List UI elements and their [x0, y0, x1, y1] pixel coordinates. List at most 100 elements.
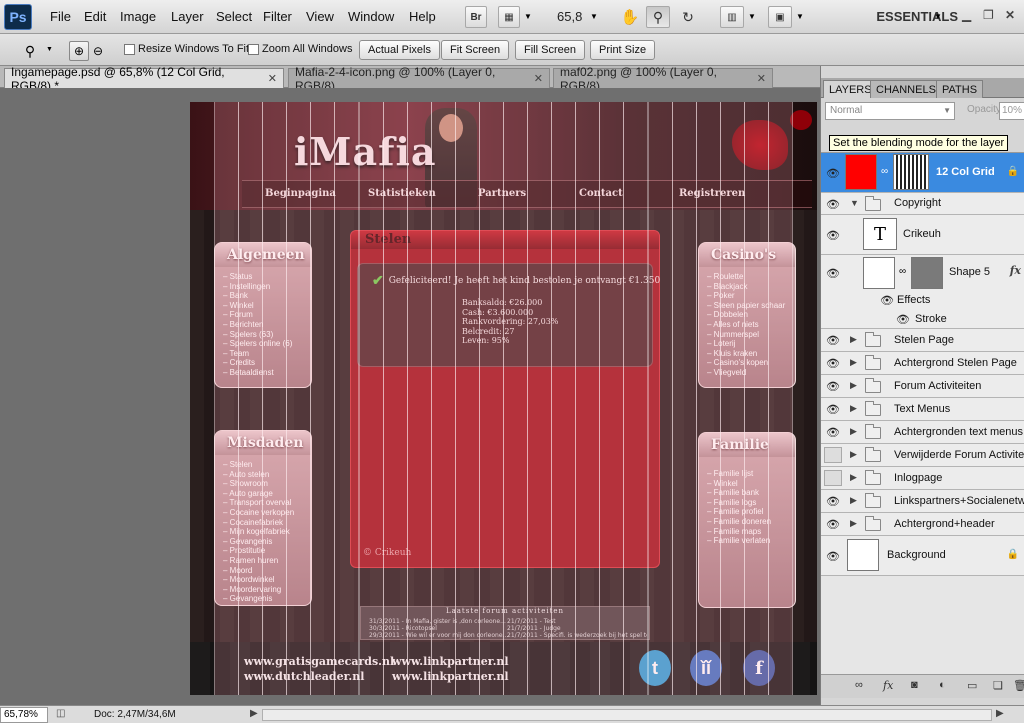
eye-icon[interactable]: 👁	[825, 425, 841, 439]
eye-icon[interactable]: 👁	[825, 228, 841, 242]
document-info-icon[interactable]: ◫	[56, 708, 65, 719]
expand-icon[interactable]: ▶	[850, 380, 857, 391]
expand-icon[interactable]: ▶	[850, 495, 857, 506]
canvas-area[interactable]: iMafia Beginpagina Statistieken Partners…	[0, 88, 820, 705]
eye-icon[interactable]: 👁	[825, 379, 841, 393]
layer-achtergronden-text-menus[interactable]: 👁 ▶ Achtergronden text menus	[821, 421, 1024, 444]
minimize-icon[interactable]: ▁	[962, 8, 971, 22]
preset-dropdown-icon[interactable]: ▼	[46, 46, 53, 53]
arrange-dropdown-icon[interactable]: ▼	[748, 12, 756, 21]
link-layers-icon[interactable]: ∞	[855, 679, 863, 691]
photoshop-logo[interactable]: Ps	[4, 4, 32, 30]
blend-mode-select[interactable]: Normal ▼	[825, 102, 955, 120]
layer-stelen-page[interactable]: 👁 ▶ Stelen Page	[821, 329, 1024, 352]
restore-icon[interactable]: ❐	[983, 8, 994, 22]
tab-mafia-icon[interactable]: Mafia-2-4-icon.png @ 100% (Layer 0, RGB/…	[288, 65, 550, 93]
eye-icon[interactable]: 👁	[825, 517, 841, 531]
tab-maf02[interactable]: maf02.png @ 100% (Layer 0, RGB/8) ✕	[553, 65, 773, 93]
fill-screen-button[interactable]: Fill Screen	[515, 40, 585, 60]
expand-icon[interactable]: ▶	[850, 449, 857, 460]
layer-forum-activiteiten[interactable]: 👁 ▶ Forum Activiteiten	[821, 375, 1024, 398]
close-tab-icon[interactable]: ✕	[757, 72, 766, 85]
zoom-dropdown-icon[interactable]: ▼	[590, 12, 598, 21]
tab-paths[interactable]: PATHS	[936, 80, 984, 98]
layer-12-col-grid[interactable]: 👁 ∞ 12 Col Grid 🔒	[821, 153, 1024, 193]
rotate-view-button[interactable]: ↻	[676, 6, 700, 28]
menu-layer[interactable]: Layer	[171, 9, 204, 24]
zoom-field[interactable]: 65,78%	[0, 707, 48, 723]
expand-icon[interactable]: ▶	[850, 472, 857, 483]
workspace-switcher[interactable]: ESSENTIALS	[876, 9, 958, 24]
menu-window[interactable]: Window	[348, 9, 394, 24]
arrange-documents-button[interactable]: ▥	[720, 6, 744, 28]
horizontal-scrollbar[interactable]	[262, 709, 992, 721]
visibility-toggle-off[interactable]	[824, 447, 842, 463]
eye-icon[interactable]: 👁	[825, 356, 841, 370]
zoom-tool-preset[interactable]: ⚲	[20, 41, 40, 61]
eye-icon[interactable]: 👁	[825, 494, 841, 508]
layer-inlogpage[interactable]: ▶ Inlogpage	[821, 467, 1024, 490]
expand-icon[interactable]: ▶	[850, 334, 857, 345]
menu-file[interactable]: File	[50, 9, 71, 24]
layer-copyright[interactable]: 👁 ▼ Copyright	[821, 193, 1024, 215]
expand-icon[interactable]: ▶	[850, 518, 857, 529]
menu-edit[interactable]: Edit	[84, 9, 106, 24]
arrow-right-icon[interactable]: ▶	[250, 708, 258, 719]
add-mask-icon[interactable]: ◙	[911, 679, 918, 691]
layer-crikeuh[interactable]: 👁 T Crikeuh	[821, 215, 1024, 255]
fit-screen-button[interactable]: Fit Screen	[441, 40, 510, 60]
layer-effects[interactable]: 👁 Effects	[821, 291, 1024, 310]
menu-view[interactable]: View	[306, 9, 334, 24]
eye-icon[interactable]: 👁	[825, 166, 841, 180]
expand-icon[interactable]: ▶	[850, 357, 857, 368]
add-style-icon[interactable]: fx	[883, 679, 893, 692]
visibility-toggle-off[interactable]	[824, 470, 842, 486]
trash-icon[interactable]: 🗑	[1013, 679, 1024, 692]
eye-icon[interactable]: 👁	[879, 293, 895, 307]
eye-icon[interactable]: 👁	[825, 266, 841, 280]
scroll-right-icon[interactable]: ▶	[996, 708, 1004, 719]
eye-icon[interactable]: 👁	[895, 312, 911, 326]
adjustment-layer-icon[interactable]: ◐	[939, 679, 946, 691]
zoom-out-button[interactable]: ⊖	[88, 41, 108, 61]
eye-icon[interactable]: 👁	[825, 197, 841, 211]
layer-stroke[interactable]: 👁 Stroke	[821, 310, 1024, 329]
zoom-level[interactable]: 65,8	[557, 9, 582, 24]
layer-text-menus[interactable]: 👁 ▶ Text Menus	[821, 398, 1024, 421]
tab-ingamepage[interactable]: Ingamepage.psd @ 65,8% (12 Col Grid, RGB…	[4, 65, 284, 93]
layer-linkspartners[interactable]: 👁 ▶ Linkspartners+Socialenetwerken	[821, 490, 1024, 513]
actual-pixels-button[interactable]: Actual Pixels	[359, 40, 440, 60]
eye-icon[interactable]: 👁	[825, 549, 841, 563]
menu-select[interactable]: Select	[216, 9, 252, 24]
layer-achtergrond-stelen-page[interactable]: 👁 ▶ Achtergrond Stelen Page	[821, 352, 1024, 375]
layer-achtergrond-header[interactable]: 👁 ▶ Achtergrond+header	[821, 513, 1024, 536]
workspace-dropdown-icon[interactable]: ▼	[934, 12, 942, 21]
eye-icon[interactable]: 👁	[825, 333, 841, 347]
hand-tool-button[interactable]: ✋	[618, 6, 642, 28]
close-icon[interactable]: ✕	[1005, 8, 1015, 22]
collapse-icon[interactable]: ▼	[850, 198, 859, 208]
expand-icon[interactable]: ▶	[850, 403, 857, 414]
resize-windows-checkbox[interactable]	[124, 44, 135, 55]
zoom-in-button[interactable]: ⊕	[69, 41, 89, 61]
new-group-icon[interactable]: ▭	[967, 679, 977, 692]
eye-icon[interactable]: 👁	[825, 402, 841, 416]
new-layer-icon[interactable]: ❏	[993, 679, 1003, 692]
fx-icon[interactable]: fx	[1010, 264, 1021, 277]
view-extras-button[interactable]: ▦	[498, 6, 520, 28]
zoom-all-checkbox[interactable]	[248, 44, 259, 55]
menu-help[interactable]: Help	[409, 9, 436, 24]
bridge-button[interactable]: Br	[465, 6, 487, 28]
close-tab-icon[interactable]: ✕	[268, 72, 277, 85]
close-tab-icon[interactable]: ✕	[534, 72, 543, 85]
document-canvas[interactable]: iMafia Beginpagina Statistieken Partners…	[190, 102, 817, 695]
tab-channels[interactable]: CHANNELS	[870, 80, 942, 98]
screen-mode-button[interactable]: ▣	[768, 6, 792, 28]
opacity-input[interactable]: 10%	[999, 102, 1024, 120]
layer-verwijderde-forum[interactable]: ▶ Verwijderde Forum Activiteiten	[821, 444, 1024, 467]
layer-background[interactable]: 👁 Background 🔒	[821, 536, 1024, 576]
menu-image[interactable]: Image	[120, 9, 156, 24]
layer-shape-5[interactable]: 👁 ∞ Shape 5 fx	[821, 255, 1024, 291]
zoom-tool-button[interactable]: ⚲	[646, 6, 670, 28]
expand-icon[interactable]: ▶	[850, 426, 857, 437]
